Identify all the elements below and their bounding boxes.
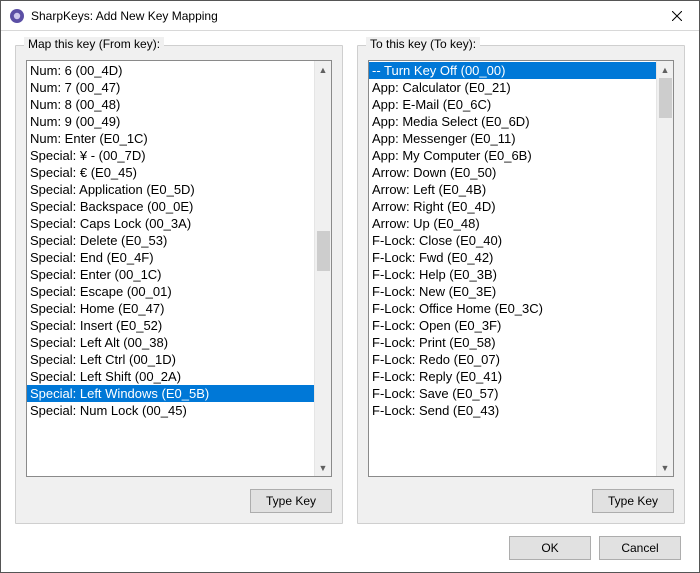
list-item[interactable]: Num: Enter (E0_1C): [27, 130, 314, 147]
list-item[interactable]: F-Lock: New (E0_3E): [369, 283, 656, 300]
from-key-scrollbar[interactable]: ▲ ▼: [314, 61, 331, 476]
list-item[interactable]: Special: Insert (E0_52): [27, 317, 314, 334]
to-key-listbox[interactable]: -- Turn Key Off (00_00)App: Calculator (…: [369, 61, 656, 476]
dialog-window: SharpKeys: Add New Key Mapping Map this …: [0, 0, 700, 573]
list-item[interactable]: Special: Delete (E0_53): [27, 232, 314, 249]
scroll-up-icon[interactable]: ▲: [315, 61, 331, 78]
list-item[interactable]: F-Lock: Fwd (E0_42): [369, 249, 656, 266]
to-key-scrollbar[interactable]: ▲ ▼: [656, 61, 673, 476]
list-item[interactable]: Arrow: Up (E0_48): [369, 215, 656, 232]
list-item[interactable]: Special: Backspace (00_0E): [27, 198, 314, 215]
list-item[interactable]: Special: Left Shift (00_2A): [27, 368, 314, 385]
list-item[interactable]: App: Media Select (E0_6D): [369, 113, 656, 130]
scroll-down-icon[interactable]: ▼: [315, 459, 331, 476]
list-item[interactable]: Arrow: Left (E0_4B): [369, 181, 656, 198]
window-title: SharpKeys: Add New Key Mapping: [31, 9, 218, 23]
list-item[interactable]: Num: 9 (00_49): [27, 113, 314, 130]
from-key-listbox[interactable]: Num: 6 (00_4D)Num: 7 (00_47)Num: 8 (00_4…: [27, 61, 314, 476]
to-key-listbox-wrap: -- Turn Key Off (00_00)App: Calculator (…: [368, 60, 674, 477]
list-item[interactable]: Special: Application (E0_5D): [27, 181, 314, 198]
list-item[interactable]: F-Lock: Send (E0_43): [369, 402, 656, 419]
scroll-up-icon[interactable]: ▲: [657, 61, 673, 78]
close-icon: [672, 11, 682, 21]
list-item[interactable]: F-Lock: Help (E0_3B): [369, 266, 656, 283]
scrollbar-thumb[interactable]: [317, 231, 330, 271]
to-key-legend: To this key (To key):: [366, 37, 480, 51]
list-item[interactable]: App: Calculator (E0_21): [369, 79, 656, 96]
to-key-groupbox: To this key (To key): -- Turn Key Off (0…: [357, 45, 685, 524]
list-item[interactable]: F-Lock: Save (E0_57): [369, 385, 656, 402]
list-item[interactable]: App: Messenger (E0_11): [369, 130, 656, 147]
list-item[interactable]: -- Turn Key Off (00_00): [369, 62, 656, 79]
scroll-down-icon[interactable]: ▼: [657, 459, 673, 476]
list-item[interactable]: Special: Left Alt (00_38): [27, 334, 314, 351]
list-item[interactable]: Arrow: Right (E0_4D): [369, 198, 656, 215]
list-item[interactable]: Num: 6 (00_4D): [27, 62, 314, 79]
close-button[interactable]: [654, 1, 699, 30]
app-icon: [9, 8, 25, 24]
list-item[interactable]: Num: 8 (00_48): [27, 96, 314, 113]
from-group-footer: Type Key: [26, 489, 332, 513]
list-item[interactable]: Special: € (E0_45): [27, 164, 314, 181]
list-item[interactable]: Special: Left Ctrl (00_1D): [27, 351, 314, 368]
list-item[interactable]: Num: 7 (00_47): [27, 79, 314, 96]
list-item[interactable]: F-Lock: Open (E0_3F): [369, 317, 656, 334]
from-type-key-button[interactable]: Type Key: [250, 489, 332, 513]
list-item[interactable]: Special: Enter (00_1C): [27, 266, 314, 283]
ok-button[interactable]: OK: [509, 536, 591, 560]
cancel-button[interactable]: Cancel: [599, 536, 681, 560]
to-type-key-button[interactable]: Type Key: [592, 489, 674, 513]
list-item[interactable]: F-Lock: Office Home (E0_3C): [369, 300, 656, 317]
from-key-groupbox: Map this key (From key): Num: 6 (00_4D)N…: [15, 45, 343, 524]
dialog-footer: OK Cancel: [15, 536, 685, 560]
list-item[interactable]: F-Lock: Reply (E0_41): [369, 368, 656, 385]
to-group-footer: Type Key: [368, 489, 674, 513]
from-key-legend: Map this key (From key):: [24, 37, 164, 51]
list-item[interactable]: F-Lock: Close (E0_40): [369, 232, 656, 249]
list-item[interactable]: Special: Left Windows (E0_5B): [27, 385, 314, 402]
list-item[interactable]: Special: Num Lock (00_45): [27, 402, 314, 419]
list-item[interactable]: Special: Home (E0_47): [27, 300, 314, 317]
list-item[interactable]: F-Lock: Redo (E0_07): [369, 351, 656, 368]
scrollbar-thumb[interactable]: [659, 78, 672, 118]
list-item[interactable]: Special: Escape (00_01): [27, 283, 314, 300]
from-key-listbox-wrap: Num: 6 (00_4D)Num: 7 (00_47)Num: 8 (00_4…: [26, 60, 332, 477]
list-item[interactable]: App: My Computer (E0_6B): [369, 147, 656, 164]
list-item[interactable]: Special: ¥ - (00_7D): [27, 147, 314, 164]
list-item[interactable]: Arrow: Down (E0_50): [369, 164, 656, 181]
list-item[interactable]: Special: Caps Lock (00_3A): [27, 215, 314, 232]
list-item[interactable]: F-Lock: Print (E0_58): [369, 334, 656, 351]
panels-row: Map this key (From key): Num: 6 (00_4D)N…: [15, 45, 685, 524]
client-area: Map this key (From key): Num: 6 (00_4D)N…: [1, 31, 699, 572]
list-item[interactable]: App: E-Mail (E0_6C): [369, 96, 656, 113]
titlebar: SharpKeys: Add New Key Mapping: [1, 1, 699, 31]
list-item[interactable]: Special: End (E0_4F): [27, 249, 314, 266]
